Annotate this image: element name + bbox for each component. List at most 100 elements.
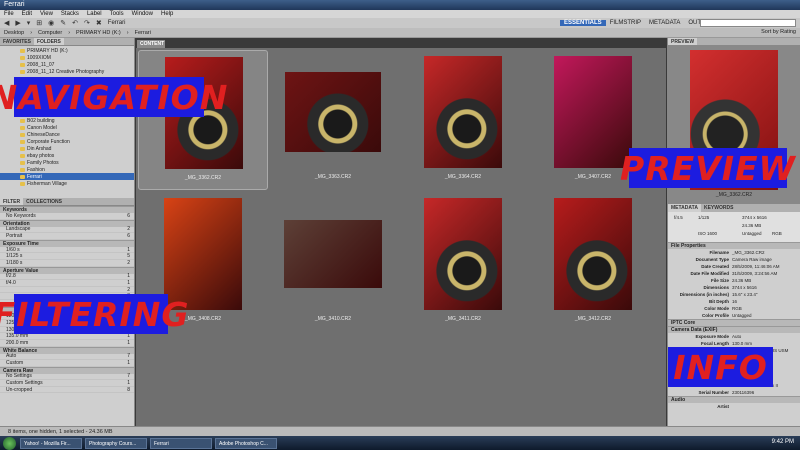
folder-item[interactable]: PRIMARY HD (K:) — [0, 47, 134, 54]
chevron-right-icon: › — [30, 29, 33, 36]
filter-item[interactable]: f/2.8 1 — [0, 273, 134, 281]
menu-window[interactable]: Window — [132, 11, 153, 17]
menu-file[interactable]: File — [4, 11, 14, 17]
status-bar: 8 items, one hidden, 1 selected - 24.36 … — [0, 426, 800, 436]
folder-item[interactable]: Ferrari — [0, 173, 134, 180]
taskbar-item-firefox[interactable]: Yahoo! - Mozilla Fir... — [20, 437, 82, 449]
filter-item-label: Landscape — [6, 226, 31, 233]
filter-item[interactable]: Custom 1 — [0, 360, 134, 367]
path-drive[interactable]: PRIMARY HD (K:) — [76, 30, 121, 36]
menu-edit[interactable]: Edit — [22, 11, 32, 17]
filter-item[interactable]: No Keywords 6 — [0, 213, 134, 220]
folder-item[interactable]: ChineseDance — [0, 131, 134, 138]
sort-by-dropdown[interactable]: Sort by Rating — [761, 29, 796, 35]
rotate-right-icon[interactable]: ↷ — [84, 19, 90, 27]
filter-item[interactable]: f/4.0 1 — [0, 280, 134, 287]
forward-icon[interactable]: ▶ — [15, 19, 20, 27]
meta-key: Bit Depth — [709, 299, 729, 304]
recent-icon[interactable]: ⊞ — [36, 19, 42, 27]
folder-item[interactable]: B02 building — [0, 117, 134, 124]
filter-item[interactable]: 2 — [0, 287, 134, 294]
tab-filter[interactable]: FILTER — [0, 198, 24, 205]
folder-item[interactable]: ebay photos — [0, 152, 134, 159]
filter-category[interactable]: Aperture Value — [0, 266, 134, 274]
meta-row: Color Profile Untagged — [668, 312, 800, 319]
folder-item[interactable]: Corporate Function — [0, 138, 134, 145]
tab-metadata[interactable]: METADATA — [668, 204, 701, 212]
workspace-essentials[interactable]: ESSENTIALS — [560, 20, 606, 26]
menu-help[interactable]: Help — [161, 11, 173, 17]
thumbnail[interactable]: _MG_3412.CR2 — [528, 192, 658, 332]
tab-content[interactable]: CONTENT — [137, 40, 165, 48]
search-input[interactable] — [700, 19, 796, 27]
quick-tag: Untagged — [742, 231, 762, 236]
tab-favorites[interactable]: FAVORITES — [0, 38, 34, 45]
menu-tools[interactable]: Tools — [110, 11, 124, 17]
rotate-left-icon[interactable]: ↶ — [72, 19, 78, 27]
filter-category[interactable]: White Balance — [0, 346, 134, 354]
thumbnail-image — [285, 72, 381, 152]
meta-value: RGB — [732, 306, 742, 311]
folder-item[interactable]: Din Arshad — [0, 145, 134, 152]
trash-icon[interactable]: ✖ — [96, 19, 102, 27]
section-audio[interactable]: Audio — [668, 396, 800, 403]
meta-row: Color Mode RGB — [668, 305, 800, 312]
filter-item[interactable]: Portrait 6 — [0, 233, 134, 240]
refine-icon[interactable]: ✎ — [60, 19, 66, 27]
thumbnail[interactable]: _MG_3410.CR2 — [268, 192, 398, 332]
folder-item[interactable]: Family Photos — [0, 159, 134, 166]
folder-item[interactable]: 2008_11_07 — [0, 61, 134, 68]
folder-item[interactable]: Fashion — [0, 166, 134, 173]
path-ferrari[interactable]: Ferrari — [135, 30, 151, 36]
tab-keywords[interactable]: KEYWORDS — [701, 204, 736, 212]
filter-item-label: Un-cropped — [6, 386, 33, 393]
menu-label[interactable]: Label — [87, 11, 102, 17]
taskbar-item-ferrari[interactable]: Ferrari — [150, 437, 212, 449]
filter-item-count: 8 — [127, 386, 130, 393]
taskbar: Yahoo! - Mozilla Fir... Photography Cour… — [0, 436, 800, 450]
start-button[interactable] — [3, 437, 16, 450]
thumbnail[interactable]: _MG_3364.CR2 — [398, 50, 528, 190]
folder-item[interactable]: Canon Model — [0, 124, 134, 131]
taskbar-item-photoshop[interactable]: Adobe Photoshop C... — [215, 437, 277, 449]
folder-icon — [20, 69, 25, 74]
menu-view[interactable]: View — [40, 11, 53, 17]
taskbar-item-photography[interactable]: Photography Cours... — [85, 437, 147, 449]
section-iptc-core[interactable]: IPTC Core — [668, 319, 800, 326]
meta-key: Date File Modified — [690, 271, 729, 276]
tab-folders[interactable]: FOLDERS — [33, 38, 64, 45]
path-desktop[interactable]: Desktop — [4, 30, 24, 36]
thumbnail[interactable]: _MG_3411.CR2 — [398, 192, 528, 332]
folder-item[interactable]: Fisherman Village — [0, 180, 134, 187]
folder-label: Family Photos — [27, 159, 59, 166]
folder-icon — [20, 160, 25, 165]
meta-row: Serial Number 230116396 — [668, 389, 800, 396]
filter-item-count: 1 — [127, 359, 130, 366]
camera-icon[interactable]: ◉ — [48, 19, 54, 27]
menu-stacks[interactable]: Stacks — [61, 11, 79, 17]
thumbnail[interactable]: _MG_3363.CR2 — [268, 50, 398, 190]
tab-collections[interactable]: COLLECTIONS — [23, 198, 65, 205]
filter-item-count: 7 — [127, 353, 130, 360]
folder-up-icon[interactable]: ▾ — [27, 19, 31, 27]
filter-item[interactable]: 1/180 s 2 — [0, 260, 134, 267]
file-properties-list: Filename _MG_3362.CR2 Document Type Camera … — [668, 249, 800, 319]
folder-icon — [20, 153, 25, 158]
filter-category[interactable]: Exposure Time — [0, 239, 134, 247]
folder-label: ChineseDance — [27, 131, 60, 138]
filter-item[interactable]: Un-cropped 8 — [0, 387, 134, 394]
folder-item[interactable]: 1009XIOM — [0, 54, 134, 61]
filter-item[interactable]: 200.0 mm 1 — [0, 340, 134, 347]
tab-preview[interactable]: PREVIEW — [668, 38, 698, 45]
folder-item[interactable]: 2008_11_12 Creative Photography — [0, 68, 134, 75]
workspace-metadata[interactable]: METADATA — [645, 20, 684, 26]
back-icon[interactable]: ◀ — [4, 19, 9, 27]
workspace-filmstrip[interactable]: FILMSTRIP — [606, 20, 645, 26]
meta-row: Document Type Camera Raw image — [668, 256, 800, 263]
path-computer[interactable]: Computer — [38, 30, 62, 36]
quick-size: 24.36 MB — [742, 223, 762, 228]
section-camera-data[interactable]: Camera Data (EXIF) — [668, 326, 800, 333]
thumbnail[interactable]: _MG_3362.CR2 — [138, 50, 268, 190]
meta-value: 31/5/2009, 3:24:56 AM — [732, 271, 778, 276]
section-file-properties[interactable]: File Properties — [668, 242, 800, 249]
